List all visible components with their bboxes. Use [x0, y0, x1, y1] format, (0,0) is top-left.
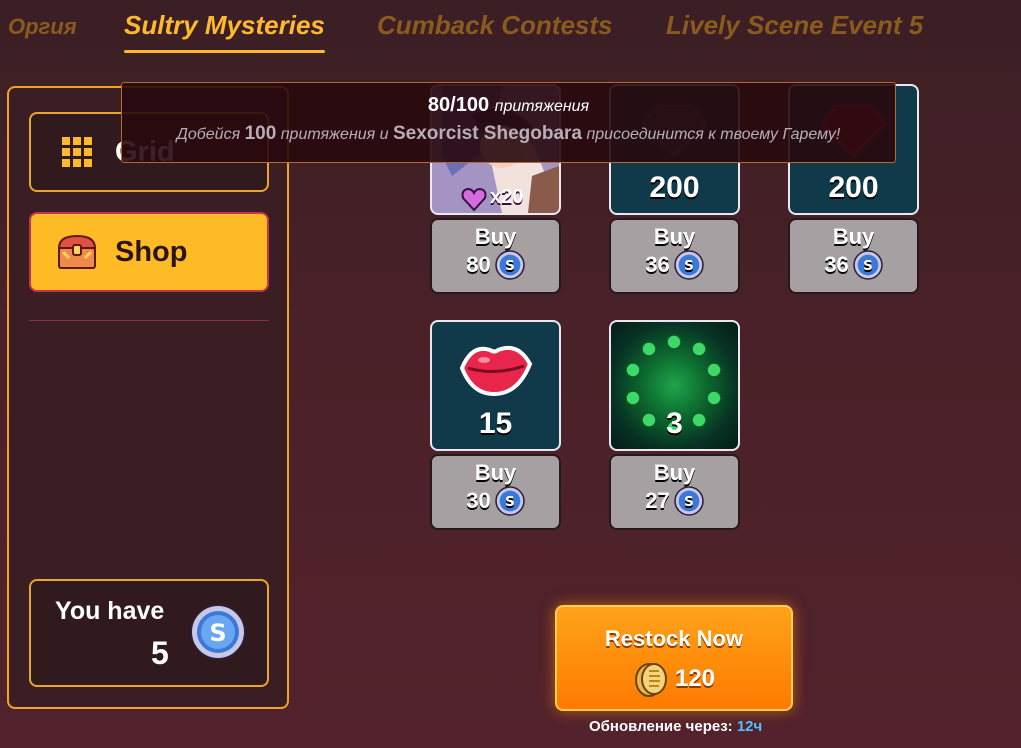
item-price: 27 S — [611, 486, 738, 516]
timer-label: Обновление через: — [589, 718, 733, 735]
you-have-box: You have 5 S — [29, 579, 269, 687]
left-panel: Grid Shop You have 5 S — [7, 86, 289, 709]
gold-coin-stack-icon — [634, 663, 667, 697]
shop-currency-icon: S — [189, 603, 247, 666]
tab-label: Оргия — [8, 14, 77, 39]
item-quantity: x20 — [490, 186, 524, 208]
tab-label: Lively Scene Event 5 — [666, 10, 924, 40]
item-quantity: 15 — [478, 407, 513, 440]
tooltip-description: Добейся 100 притяжения и Sexorcist Shego… — [122, 123, 895, 145]
item-price: 36 S — [611, 250, 738, 280]
buy-button[interactable]: Buy 36 S — [788, 218, 919, 294]
tab-cumback-contests[interactable]: Cumback Contests — [377, 10, 613, 41]
price-value: 27 — [645, 488, 670, 513]
item-price: 30 S — [432, 486, 559, 516]
svg-text:S: S — [684, 259, 694, 274]
svg-text:S: S — [684, 495, 694, 510]
price-value: 36 — [824, 252, 849, 277]
item-price: 36 S — [790, 250, 917, 280]
shop-currency-icon: S — [494, 250, 525, 280]
restock-label: Restock Now — [604, 626, 744, 651]
desc-text: Добейся — [176, 126, 241, 143]
event-tabs: Оргия Sultry Mysteries Cumback Contests … — [0, 0, 1021, 60]
desc-text: присоединится к твоему Гарему! — [586, 126, 841, 143]
buy-label: Buy — [653, 460, 696, 485]
shop-currency-icon: S — [494, 486, 525, 516]
svg-text:S: S — [863, 259, 873, 274]
buy-button[interactable]: Buy 30 S — [430, 454, 561, 530]
tab-lively-scene-event[interactable]: Lively Scene Event 5 — [666, 10, 923, 41]
svg-text:S: S — [505, 495, 515, 510]
shop-button[interactable]: Shop — [29, 212, 269, 292]
buy-label: Buy — [832, 224, 875, 249]
buy-label: Buy — [653, 224, 696, 249]
sidebar-divider — [29, 320, 269, 321]
shop-item: 15 Buy 30 S — [430, 320, 561, 530]
shop-item: 3 Buy 27 S — [609, 320, 740, 530]
restock-cost-value: 120 — [674, 665, 716, 692]
svg-text:S: S — [505, 259, 515, 274]
restock-cost: 120 — [557, 660, 791, 698]
svg-text:S: S — [209, 619, 226, 647]
green-orbs-icon: 3 — [609, 320, 740, 451]
price-value: 30 — [466, 488, 491, 513]
restock-now-button[interactable]: Restock Now 120 — [555, 605, 793, 711]
desc-girl-name: Sexorcist Shegobara — [392, 123, 583, 144]
price-value: 36 — [645, 252, 670, 277]
tab-sultry-mysteries[interactable]: Sultry Mysteries — [124, 10, 325, 53]
timer-value: 12ч — [736, 718, 763, 735]
buy-label: Buy — [474, 460, 517, 485]
item-price: 80 S — [432, 250, 559, 280]
desc-text: притяжения и — [280, 126, 389, 143]
buy-label: Buy — [474, 224, 517, 249]
tab-label: Cumback Contests — [377, 10, 613, 40]
shop-currency-icon: S — [852, 250, 883, 280]
grid-icon — [47, 122, 107, 182]
buy-button[interactable]: Buy 27 S — [609, 454, 740, 530]
progress-value: 80/100 — [427, 94, 490, 116]
shop-label: Shop — [115, 235, 188, 268]
desc-amount: 100 — [244, 123, 277, 144]
tab-label: Sultry Mysteries — [124, 10, 325, 40]
progress-suffix: притяжения — [494, 98, 590, 115]
treasure-chest-icon — [47, 222, 107, 282]
price-value: 80 — [466, 252, 491, 277]
item-quantity: 200 — [649, 171, 700, 204]
active-tab-underline — [124, 50, 325, 53]
tooltip-progress: 80/100 притяжения — [122, 94, 895, 117]
you-have-label: You have — [55, 597, 165, 625]
shop-currency-icon: S — [673, 250, 704, 280]
shop-currency-icon: S — [673, 486, 704, 516]
restock-timer: Обновление через: 12ч — [589, 718, 762, 735]
tab-orgy[interactable]: Оргия — [8, 14, 77, 40]
kiss-lips-icon: 15 — [430, 320, 561, 451]
item-quantity: 200 — [828, 171, 879, 204]
affection-tooltip: 80/100 притяжения Добейся 100 притяжения… — [121, 82, 896, 163]
buy-button[interactable]: Buy 80 S — [430, 218, 561, 294]
you-have-value: 5 — [151, 635, 169, 671]
item-quantity: 3 — [666, 407, 683, 440]
buy-button[interactable]: Buy 36 S — [609, 218, 740, 294]
